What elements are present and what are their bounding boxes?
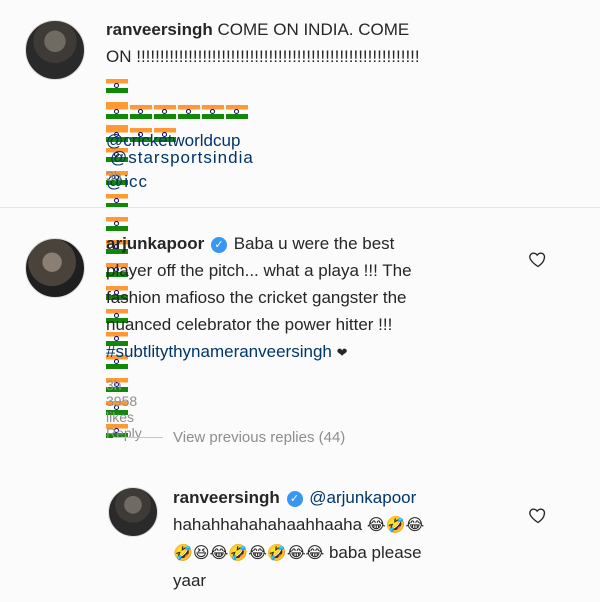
india-flag-icon (106, 105, 128, 120)
comment-line: Baba u were the best (233, 234, 395, 253)
india-flag-icon (130, 105, 152, 120)
india-flag-icon (154, 105, 176, 120)
comment-line: COME ON INDIA. COME (217, 20, 410, 39)
avatar[interactable] (25, 238, 85, 298)
heart-outline-icon[interactable] (528, 249, 548, 269)
india-flag-icon (106, 217, 128, 232)
comment-text: ranveersingh COME ON INDIA. COME ON !!!!… (106, 16, 566, 70)
view-previous-replies[interactable]: View previous replies (44) (113, 429, 345, 446)
comment-line: nuanced celebrator the power hitter !!! (106, 315, 393, 334)
comment-line: ON !!!!!!!!!!!!!!!!!!!!!!!!!!!!!!!!!!!!!… (106, 47, 420, 66)
hashtag-link[interactable]: #subtlitythynameranveersingh (106, 342, 332, 361)
mention-links[interactable]: @starsportsindia @icc (106, 148, 254, 191)
laughing-emoji-group: 🤣😆😂🤣😂🤣😂😂 (173, 545, 325, 562)
mention-link[interactable]: @cricketworldcup (106, 127, 240, 154)
username[interactable]: arjunkapoor (106, 234, 204, 253)
india-flag-icon (226, 105, 248, 120)
comment-text: arjunkapoor ✓ Baba u were the best playe… (106, 230, 526, 366)
heart-outline-icon[interactable] (528, 505, 548, 525)
divider (0, 207, 600, 208)
comment-line: player off the pitch... what a playa !!!… (106, 261, 412, 280)
username[interactable]: ranveersingh (173, 488, 280, 507)
laughing-emoji-group: 😂🤣😂 (366, 517, 425, 534)
heart-emoji: ❤ (336, 345, 348, 360)
username[interactable]: ranveersingh (106, 20, 213, 39)
avatar[interactable] (108, 487, 158, 537)
verified-icon: ✓ (286, 490, 303, 507)
india-flag-icon (202, 105, 224, 120)
view-replies-label: View previous replies (44) (173, 429, 346, 446)
reply-text: ranveersingh ✓ @arjunkapoor hahahhahahah… (173, 484, 523, 594)
replies-line (113, 437, 163, 438)
reply-line: yaar (173, 571, 207, 590)
likes-count[interactable]: 3958 likes (106, 393, 137, 425)
verified-icon: ✓ (210, 236, 227, 253)
india-flag-icon (178, 105, 200, 120)
india-flag-icon (106, 79, 128, 94)
avatar[interactable] (25, 20, 85, 80)
timestamp: 3h (106, 168, 122, 184)
reply-line: baba please (328, 543, 422, 562)
mention-link[interactable]: @arjunkapoor (309, 488, 416, 507)
reply-line: hahahhahahahaahhaaha (173, 515, 363, 534)
comment-line: fashion mafioso the cricket gangster the (106, 288, 407, 307)
timestamp: 3h (106, 377, 122, 393)
india-flag-icon (106, 194, 128, 209)
